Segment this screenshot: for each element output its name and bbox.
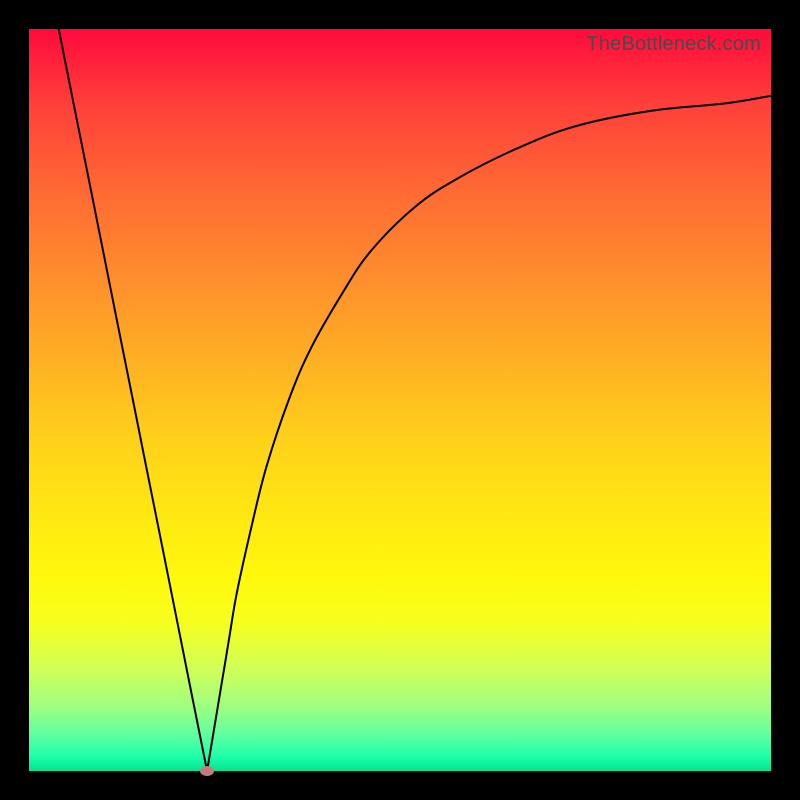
curve-path: [59, 29, 771, 771]
chart-frame: TheBottleneck.com: [0, 0, 800, 800]
plot-area: TheBottleneck.com: [29, 29, 771, 771]
minimum-marker: [200, 766, 214, 776]
bottleneck-curve: [29, 29, 771, 771]
